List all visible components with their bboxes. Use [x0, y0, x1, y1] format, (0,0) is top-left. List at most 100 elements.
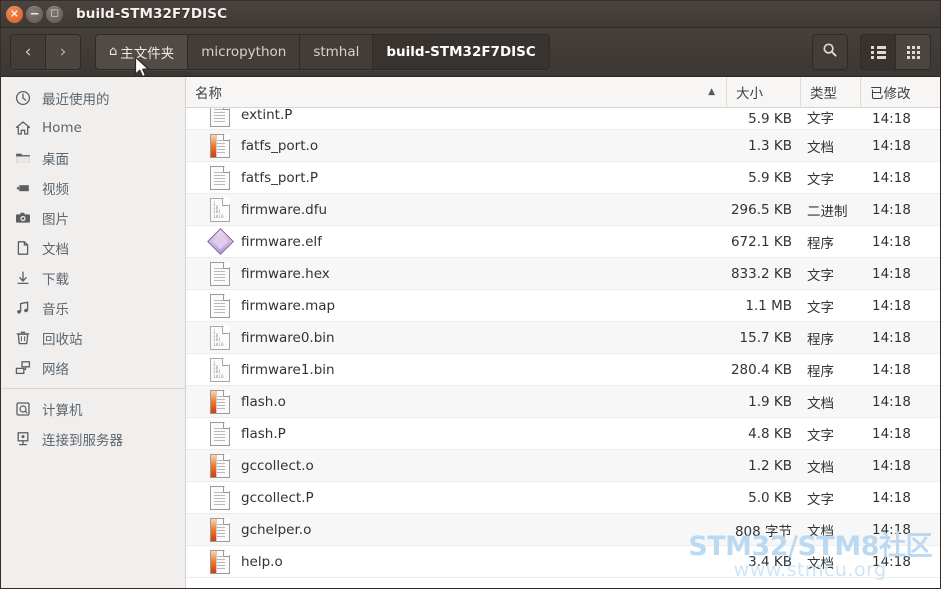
sidebar-item-music[interactable]: 音乐: [1, 293, 185, 323]
file-name-label: flash.o: [241, 393, 286, 410]
breadcrumb-item-home[interactable]: ⌂ 主文件夹: [96, 35, 189, 69]
sidebar-item-label: 桌面: [42, 152, 69, 168]
sidebar-item-network[interactable]: 网络: [1, 353, 185, 383]
table-row[interactable]: 1 10 101 1010 firmware0.bin 15.7 KB 程序 14:18: [186, 322, 940, 354]
file-modified-cell: 14:18: [872, 489, 911, 506]
file-name-cell: gccollect.P: [186, 485, 727, 510]
file-name-label: gccollect.P: [241, 489, 314, 506]
file-name-label: firmware1.bin: [241, 361, 335, 378]
network-icon: [14, 360, 31, 377]
column-header-label: 大小: [736, 86, 763, 102]
table-row[interactable]: extint.P 5.9 KB 文字 14:18: [186, 108, 940, 130]
breadcrumb-item-micropython[interactable]: micropython: [188, 35, 301, 69]
file-name-cell: help.o: [186, 549, 727, 574]
table-row[interactable]: flash.P 4.8 KB 文字 14:18: [186, 418, 940, 450]
binary-file-icon: 1 10 101 1010: [210, 197, 230, 222]
chevron-right-icon: ›: [59, 41, 67, 62]
sidebar: 最近使用的 Home 桌面 视频 图片 文档 下载 音乐 回收站 网络 计算机 …: [1, 77, 186, 588]
binary-file-icon: 1 10 101 1010: [210, 325, 230, 350]
sidebar-item-computer[interactable]: 计算机: [1, 394, 185, 424]
file-type-cell: 文字: [807, 171, 834, 188]
file-list-rows[interactable]: extint.P 5.9 KB 文字 14:18 fatfs_port.o 1.3 KB 文…: [186, 108, 940, 588]
table-row[interactable]: firmware.elf 672.1 KB 程序 14:18: [186, 226, 940, 258]
list-view-button[interactable]: [861, 35, 896, 69]
column-header-label: 名称: [195, 86, 222, 102]
table-row[interactable]: gccollect.P 5.0 KB 文字 14:18: [186, 482, 940, 514]
file-size-cell: 15.7 KB: [739, 329, 792, 346]
column-header-name[interactable]: 名称 ▲: [186, 77, 727, 107]
file-type-cell: 文档: [807, 459, 834, 476]
object-file-icon: [210, 133, 230, 158]
file-name-label: flash.P: [241, 425, 286, 442]
music-icon: [14, 300, 31, 317]
breadcrumb-item-stmhal[interactable]: stmhal: [300, 35, 374, 69]
sidebar-item-downloads[interactable]: 下载: [1, 263, 185, 293]
executable-file-icon: [207, 227, 234, 255]
text-file-icon: [210, 108, 230, 127]
column-header-type[interactable]: 类型: [801, 77, 861, 107]
file-name-cell: 1 10 101 1010 firmware.dfu: [186, 197, 727, 222]
file-size-cell: 5.9 KB: [748, 111, 792, 127]
video-icon: [14, 180, 31, 197]
maximize-icon[interactable]: □: [46, 5, 63, 23]
file-name-cell: gchelper.o: [186, 517, 727, 542]
column-header-label: 已修改: [870, 86, 911, 102]
breadcrumb-label: 主文件夹: [120, 46, 175, 62]
download-icon: [14, 270, 31, 287]
table-row[interactable]: gchelper.o 808 字节 文档 14:18: [186, 514, 940, 546]
back-button[interactable]: ‹: [11, 35, 45, 69]
sidebar-item-home[interactable]: Home: [1, 113, 185, 143]
file-name-label: firmware.dfu: [241, 201, 328, 218]
file-list-header: 名称 ▲ 大小 类型 已修改: [186, 77, 940, 108]
close-icon[interactable]: ✕: [6, 5, 23, 23]
file-size-cell: 1.9 KB: [748, 393, 792, 410]
sidebar-item-label: Home: [42, 120, 82, 136]
column-header-modified[interactable]: 已修改: [861, 77, 940, 107]
file-name-label: firmware.elf: [241, 233, 322, 250]
text-file-icon: [210, 261, 230, 286]
table-row[interactable]: gccollect.o 1.2 KB 文档 14:18: [186, 450, 940, 482]
table-row[interactable]: flash.o 1.9 KB 文档 14:18: [186, 386, 940, 418]
sort-ascending-icon: ▲: [708, 87, 715, 97]
table-row[interactable]: help.o 3.4 KB 文档 14:18: [186, 546, 940, 578]
file-size-cell: 672.1 KB: [730, 233, 792, 250]
table-row[interactable]: firmware.hex 833.2 KB 文字 14:18: [186, 258, 940, 290]
table-row[interactable]: fatfs_port.P 5.9 KB 文字 14:18: [186, 162, 940, 194]
table-row[interactable]: firmware.map 1.1 MB 文字 14:18: [186, 290, 940, 322]
sidebar-item-trash[interactable]: 回收站: [1, 323, 185, 353]
breadcrumb: ⌂ 主文件夹 micropython stmhal build-STM32F7D…: [95, 34, 550, 70]
file-size-cell: 4.8 KB: [748, 425, 792, 442]
table-row[interactable]: 1 10 101 1010 firmware.dfu 296.5 KB 二进制 14:18: [186, 194, 940, 226]
sidebar-item-desktop[interactable]: 桌面: [1, 143, 185, 173]
file-size-cell: 808 字节: [734, 523, 792, 540]
column-header-size[interactable]: 大小: [727, 77, 801, 107]
file-name-label: gchelper.o: [241, 521, 312, 538]
file-type-cell: 文字: [807, 427, 834, 444]
file-modified-cell: 14:18: [872, 329, 911, 346]
file-name-label: help.o: [241, 553, 283, 570]
file-name-label: extint.P: [241, 108, 293, 123]
file-type-cell: 文档: [807, 523, 834, 540]
table-row[interactable]: fatfs_port.o 1.3 KB 文档 14:18: [186, 130, 940, 162]
sidebar-item-documents[interactable]: 文档: [1, 233, 185, 263]
file-modified-cell: 14:18: [872, 457, 911, 474]
file-type-cell: 文字: [807, 111, 834, 127]
file-type-cell: 文档: [807, 395, 834, 412]
forward-button[interactable]: ›: [45, 35, 80, 69]
object-file-icon: [210, 517, 230, 542]
minimize-icon[interactable]: −: [26, 5, 43, 23]
sidebar-item-videos[interactable]: 视频: [1, 173, 185, 203]
grid-view-button[interactable]: [896, 35, 930, 69]
sidebar-item-connect-server[interactable]: 连接到服务器: [1, 424, 185, 454]
table-row[interactable]: 1 10 101 1010 firmware1.bin 280.4 KB 程序 14:18: [186, 354, 940, 386]
breadcrumb-item-current[interactable]: build-STM32F7DISC: [373, 35, 549, 69]
file-name-label: fatfs_port.o: [241, 137, 319, 154]
grid-view-icon: [906, 45, 920, 59]
search-button[interactable]: [812, 34, 848, 70]
object-file-icon: [210, 453, 230, 478]
sidebar-item-label: 最近使用的: [42, 92, 110, 108]
sidebar-item-recent[interactable]: 最近使用的: [1, 83, 185, 113]
file-name-cell: fatfs_port.o: [186, 133, 727, 158]
toolbar: ‹ › ⌂ 主文件夹 micropython stmhal build-STM3…: [1, 28, 940, 77]
sidebar-item-pictures[interactable]: 图片: [1, 203, 185, 233]
